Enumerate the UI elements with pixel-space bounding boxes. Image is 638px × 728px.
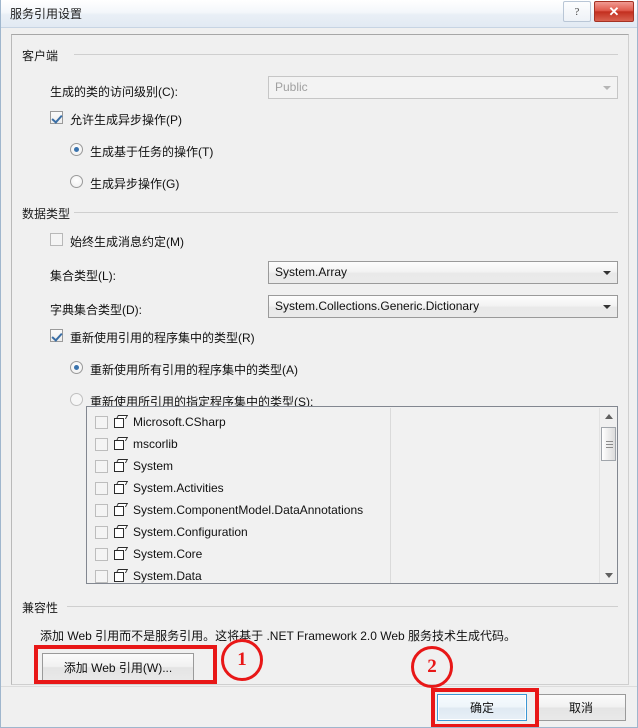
- list-column-divider: [390, 408, 391, 583]
- assembly-icon: [114, 569, 129, 583]
- list-item[interactable]: System.Activities: [95, 477, 224, 499]
- assembly-name: System.Activities: [133, 481, 224, 495]
- assembly-name: mscorlib: [133, 437, 178, 451]
- reuse-types-label: 重新使用引用的程序集中的类型(R): [70, 331, 255, 345]
- radio-async-label: 生成异步操作(G): [90, 177, 180, 191]
- assembly-name: System.ComponentModel.DataAnnotations: [133, 503, 364, 517]
- assembly-name: System.Configuration: [133, 525, 248, 539]
- list-item[interactable]: mscorlib: [95, 433, 178, 455]
- allow-async-label: 允许生成异步操作(P): [70, 113, 182, 127]
- scroll-down-icon[interactable]: [600, 567, 617, 583]
- group-divider-datatype: [74, 212, 618, 213]
- assembly-name: System: [133, 459, 174, 473]
- list-item[interactable]: System.Data: [95, 565, 202, 583]
- assembly-checkbox[interactable]: [95, 437, 108, 451]
- always-generate-message-contracts-checkbox[interactable]: [50, 233, 63, 246]
- assembly-icon: [114, 459, 129, 473]
- assembly-checkbox[interactable]: [95, 459, 108, 473]
- chevron-down-icon: [603, 271, 611, 275]
- scrollbar-thumb[interactable]: [601, 427, 616, 461]
- annotation-rect-add-web-reference: [34, 645, 217, 684]
- assembly-icon: [114, 415, 129, 429]
- cancel-button[interactable]: 取消: [536, 694, 626, 721]
- radio-async-operations[interactable]: [70, 175, 83, 188]
- allow-async-checkbox[interactable]: [50, 111, 63, 124]
- radio-task-based-label: 生成基于任务的操作(T): [90, 145, 214, 159]
- collection-type-label: 集合类型(L):: [50, 269, 117, 283]
- always-generate-message-contracts-label: 始终生成消息约定(M): [70, 235, 184, 249]
- scroll-up-icon[interactable]: [600, 408, 617, 425]
- assembly-checkbox[interactable]: [95, 481, 108, 495]
- assembly-icon: [114, 547, 129, 561]
- access-level-value: Public: [275, 80, 308, 94]
- list-scrollbar[interactable]: [599, 408, 617, 583]
- radio-reuse-specified-assemblies[interactable]: [70, 393, 83, 406]
- collection-type-value: System.Array: [275, 265, 348, 279]
- radio-reuse-all-assemblies[interactable]: [70, 361, 83, 374]
- help-icon[interactable]: ?: [563, 1, 591, 22]
- assembly-icon: [114, 503, 129, 517]
- list-item[interactable]: System.ComponentModel.DataAnnotations: [95, 499, 363, 521]
- list-item[interactable]: System.Core: [95, 543, 202, 565]
- group-label-client: 客户端: [22, 47, 65, 64]
- list-item[interactable]: Microsoft.CSharp: [95, 411, 226, 433]
- assemblies-list[interactable]: Microsoft.CSharp mscorlib System System.…: [86, 406, 618, 584]
- collection-type-combo[interactable]: System.Array: [268, 261, 618, 284]
- assembly-icon: [114, 481, 129, 495]
- list-item[interactable]: System: [95, 455, 173, 477]
- group-label-datatype: 数据类型: [22, 205, 77, 222]
- assembly-name: Microsoft.CSharp: [133, 415, 226, 429]
- dictionary-type-combo[interactable]: System.Collections.Generic.Dictionary: [268, 295, 618, 318]
- dictionary-type-label: 字典集合类型(D):: [50, 303, 142, 317]
- dictionary-type-value: System.Collections.Generic.Dictionary: [275, 299, 480, 313]
- group-divider-client: [74, 54, 618, 55]
- radio-task-based-operations[interactable]: [70, 143, 83, 156]
- close-icon[interactable]: ✕: [594, 1, 634, 22]
- window-title: 服务引用设置: [10, 7, 83, 21]
- group-divider-compatibility: [67, 606, 618, 607]
- compatibility-description: 添加 Web 引用而不是服务引用。这将基于 .NET Framework 2.0…: [40, 629, 517, 643]
- assembly-checkbox[interactable]: [95, 415, 108, 429]
- dialog-content-panel: 客户端 生成的类的访问级别(C): Public 允许生成异步操作(P) 生成基…: [11, 34, 629, 685]
- chevron-down-icon: [603, 86, 611, 90]
- reuse-types-checkbox[interactable]: [50, 329, 63, 342]
- title-bar: 服务引用设置 ? ✕: [1, 0, 637, 28]
- radio-reuse-all-assemblies-label: 重新使用所有引用的程序集中的类型(A): [90, 363, 298, 377]
- annotation-marker-one: 1: [221, 639, 263, 681]
- access-level-combo[interactable]: Public: [268, 76, 618, 99]
- assembly-checkbox[interactable]: [95, 525, 108, 539]
- assembly-checkbox[interactable]: [95, 547, 108, 561]
- annotation-marker-two: 2: [411, 646, 453, 688]
- assembly-icon: [114, 437, 129, 451]
- access-level-label: 生成的类的访问级别(C):: [50, 85, 178, 99]
- assembly-icon: [114, 525, 129, 539]
- list-item[interactable]: System.Configuration: [95, 521, 248, 543]
- assembly-name: System.Core: [133, 547, 203, 561]
- annotation-rect-ok-button: [431, 688, 539, 727]
- chevron-down-icon: [603, 305, 611, 309]
- assembly-checkbox[interactable]: [95, 569, 108, 583]
- footer-divider: [1, 686, 637, 687]
- assembly-checkbox[interactable]: [95, 503, 108, 517]
- assembly-name: System.Data: [133, 569, 202, 583]
- service-reference-settings-dialog: 服务引用设置 ? ✕ 客户端 生成的类的访问级别(C): Public 允许生成…: [0, 0, 638, 728]
- group-label-compatibility: 兼容性: [22, 599, 65, 616]
